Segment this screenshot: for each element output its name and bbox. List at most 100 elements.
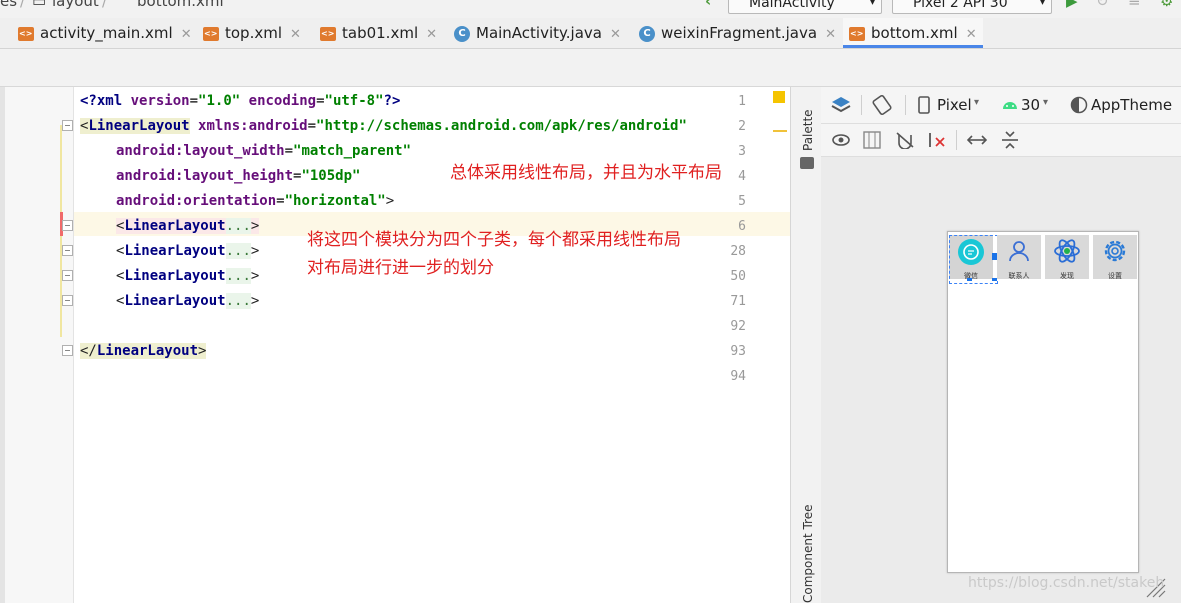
- close-icon[interactable]: ✕: [610, 27, 621, 42]
- bottom-tab-discover[interactable]: 发现: [1045, 235, 1089, 280]
- code-token: android:layout_height: [116, 168, 294, 184]
- fold-toggle-icon[interactable]: [62, 270, 73, 281]
- code-token: ?>: [383, 93, 401, 109]
- code-editor[interactable]: 1 2 3 4 5 6 28 50 71 92 93 94 <?xml vers…: [0, 87, 790, 603]
- scroll-marker: [773, 130, 787, 132]
- editor-subbar: [0, 49, 1181, 87]
- component-tree-tab[interactable]: Component Tree: [801, 505, 815, 603]
- tab-tab01[interactable]: tab01.xml ✕: [320, 18, 437, 48]
- folded-region[interactable]: ...: [225, 293, 251, 309]
- line-number: 2: [738, 119, 746, 134]
- close-icon[interactable]: ✕: [966, 27, 977, 42]
- gradle-icon[interactable]: ⚙: [1160, 0, 1173, 10]
- design-toolbar: Pixel ▾ 30 ▾ AppTheme: [821, 87, 1181, 124]
- xml-file-icon: [203, 26, 219, 41]
- api-level-select[interactable]: 30: [1021, 96, 1040, 114]
- warning-marker[interactable]: [773, 91, 785, 103]
- code-token: LinearLayout: [124, 243, 226, 259]
- tab-label: bottom.xml: [871, 24, 958, 42]
- tab-top[interactable]: top.xml ✕: [203, 18, 301, 48]
- annotation-overall: 总体采用线性布局，并且为水平布局: [450, 163, 722, 183]
- line-number: 1: [738, 94, 746, 109]
- line-number: 94: [730, 369, 746, 384]
- code-token: "utf-8": [324, 93, 384, 109]
- folded-region[interactable]: ...: [225, 268, 251, 284]
- line-number: 6: [738, 219, 746, 234]
- fold-toggle-icon[interactable]: [62, 120, 73, 131]
- annotation-division: 对布局进行进一步的划分: [307, 258, 494, 278]
- palette-tab[interactable]: Palette: [801, 109, 815, 151]
- folded-region[interactable]: ...: [225, 243, 251, 259]
- code-token: >: [198, 343, 207, 359]
- folded-region[interactable]: ...: [225, 218, 251, 234]
- fold-toggle-icon[interactable]: [62, 245, 73, 256]
- toolbar-separator: [861, 95, 862, 115]
- code-token: xmlns:android: [198, 118, 308, 134]
- device-dropdown[interactable]: Pixel 2 API 30 ▾: [892, 0, 1052, 14]
- theme-icon: [1070, 96, 1088, 114]
- fold-toggle-icon[interactable]: [62, 220, 73, 231]
- selection-outline: [949, 235, 998, 284]
- line-number: 93: [730, 344, 746, 359]
- blueprint-icon[interactable]: [863, 131, 881, 149]
- close-icon[interactable]: ✕: [181, 27, 192, 42]
- close-icon[interactable]: ✕: [426, 27, 437, 42]
- code-token: >: [250, 268, 260, 284]
- close-icon[interactable]: ✕: [290, 27, 301, 42]
- device-select[interactable]: Pixel: [937, 96, 972, 114]
- code-token: LinearLayout: [124, 293, 226, 309]
- run-icon[interactable]: ▶: [1066, 0, 1078, 10]
- expand-vertical-icon[interactable]: [1001, 130, 1019, 150]
- tab-main-activity[interactable]: C MainActivity.java ✕: [454, 18, 621, 48]
- apply-changes-icon[interactable]: ↻: [1096, 0, 1109, 10]
- side-tool-strip: Palette Component Tree: [790, 87, 822, 603]
- breadcrumb-segment-file[interactable]: bottom.xml: [137, 0, 224, 10]
- watermark: https://blog.csdn.net/stakeh: [968, 575, 1165, 591]
- eye-icon[interactable]: [831, 132, 853, 148]
- tab-weixin-fragment[interactable]: CweixinFragment.java ✕: [639, 18, 836, 48]
- layout-design-panel: Pixel ▾ 30 ▾ AppTheme 微信 联系人 发现 设置: [821, 87, 1181, 603]
- tab-label: tab01.xml: [342, 24, 419, 42]
- theme-select[interactable]: AppTheme: [1091, 96, 1172, 114]
- back-arrow-icon[interactable]: ‹: [705, 0, 711, 10]
- code-line-71[interactable]: <LinearLayout...>: [116, 291, 259, 311]
- fold-toggle-icon[interactable]: [62, 295, 73, 306]
- layout-preview[interactable]: 微信 联系人 发现 设置: [947, 231, 1139, 573]
- code-line-3: android:layout_width="match_parent": [116, 143, 412, 159]
- breadcrumb-segment-layout[interactable]: layout: [52, 0, 99, 10]
- code-line-1: <?xml version="1.0" encoding="utf-8"?>: [80, 93, 401, 109]
- code-line-6[interactable]: <LinearLayout...>: [116, 216, 260, 236]
- resize-handle[interactable]: [967, 278, 972, 281]
- breadcrumb-segment[interactable]: es: [0, 0, 17, 10]
- close-icon[interactable]: ✕: [825, 27, 836, 42]
- run-config-dropdown[interactable]: MainActivity ▾: [728, 0, 882, 14]
- tab-label: MainActivity.java: [476, 24, 602, 42]
- java-class-icon: C: [639, 25, 655, 42]
- line-number: 92: [730, 319, 746, 334]
- code-token: LinearLayout: [96, 343, 199, 359]
- code-token: >: [385, 193, 395, 209]
- code-token: LinearLayout: [88, 118, 190, 134]
- expand-horizontal-icon[interactable]: [967, 132, 987, 148]
- java-class-icon: C: [454, 25, 470, 42]
- device-label: Pixel 2 API 30: [913, 0, 1008, 11]
- tab-label: weixinFragment.java: [661, 24, 818, 42]
- tab-bottom[interactable]: bottom.xml ✕: [843, 18, 983, 48]
- fold-toggle-icon[interactable]: [62, 345, 73, 356]
- rotate-orientation-icon[interactable]: [871, 94, 893, 116]
- layers-icon[interactable]: [830, 94, 852, 116]
- magnet-off-icon[interactable]: [895, 131, 915, 149]
- code-line-28[interactable]: <LinearLayout...>: [116, 241, 259, 261]
- code-line-50[interactable]: <LinearLayout...>: [116, 266, 259, 286]
- code-line-4: android:layout_height="105dp": [116, 168, 361, 184]
- clear-constraints-icon[interactable]: [927, 131, 947, 149]
- profiler-icon[interactable]: ≡: [1128, 0, 1141, 10]
- bottom-tab-settings[interactable]: 设置: [1093, 235, 1137, 280]
- breadcrumb-separator: /: [102, 0, 108, 10]
- chevron-down-icon: ▾: [1039, 0, 1045, 8]
- tab-activity-main[interactable]: activity_main.xml ✕: [18, 18, 192, 48]
- bottom-tab-weixin[interactable]: 微信: [949, 235, 999, 284]
- bottom-tab-contacts[interactable]: 联系人: [997, 235, 1041, 280]
- run-config-label: MainActivity: [749, 0, 835, 11]
- code-token: >: [250, 293, 260, 309]
